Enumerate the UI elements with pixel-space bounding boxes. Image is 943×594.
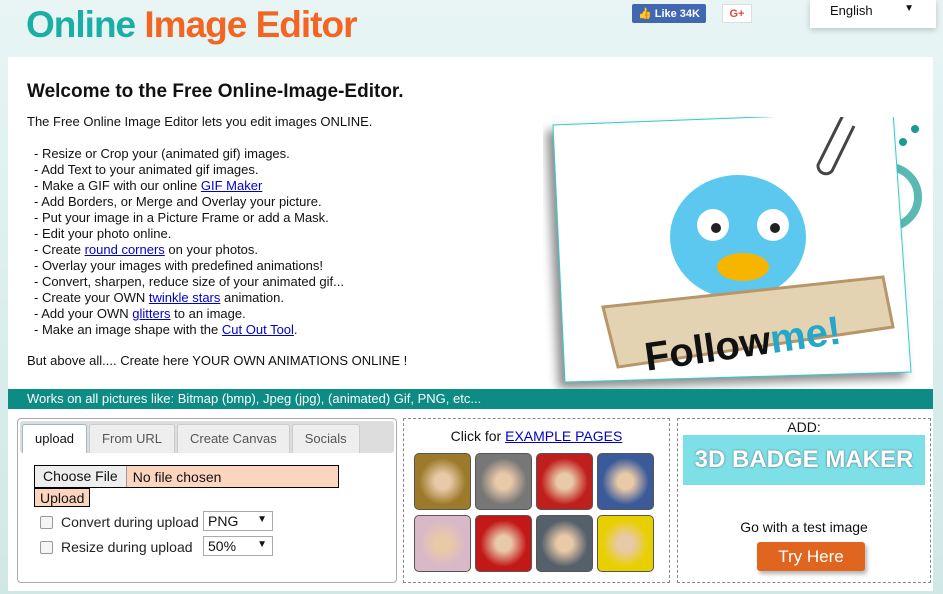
test-image-text: Go with a test image bbox=[740, 519, 868, 535]
feature-link[interactable]: Cut Out Tool bbox=[222, 322, 294, 337]
feature-text: - Put your image in a Picture Frame or a… bbox=[34, 210, 329, 225]
examples-panel: Click for EXAMPLE PAGES bbox=[403, 418, 670, 583]
example-thumbnail[interactable] bbox=[475, 515, 532, 572]
feature-text: to an image. bbox=[170, 306, 246, 321]
feature-text: - Make an image shape with the bbox=[34, 322, 222, 337]
upload-tabs: upload From URL Create Canvas Socials bbox=[20, 421, 394, 453]
badge-maker-ad[interactable]: 3D BADGE MAKER bbox=[683, 435, 925, 485]
convert-checkbox[interactable] bbox=[40, 515, 53, 529]
tab-socials[interactable]: Socials bbox=[291, 424, 360, 453]
try-here-button[interactable]: Try Here bbox=[757, 542, 865, 571]
example-thumbnail[interactable] bbox=[414, 453, 471, 510]
google-plus-button[interactable]: G+ bbox=[722, 4, 752, 23]
feature-text: - Create your OWN bbox=[34, 290, 149, 305]
welcome-panel: Welcome to the Free Online-Image-Editor.… bbox=[8, 57, 933, 389]
example-thumbnail[interactable] bbox=[475, 453, 532, 510]
feature-item: - Put your image in a Picture Frame or a… bbox=[34, 210, 344, 226]
feature-text: - Convert, sharpen, reduce size of your … bbox=[34, 274, 344, 289]
convert-format-select[interactable]: PNG ▼ bbox=[203, 511, 273, 531]
feature-item: - Create round corners on your photos. bbox=[34, 242, 344, 258]
above-all-text: But above all.... Create here YOUR OWN A… bbox=[27, 353, 408, 368]
thumbs-up-icon: 👍 bbox=[638, 8, 652, 20]
example-thumbnail[interactable] bbox=[536, 453, 593, 510]
dropdown-arrow-icon: ▼ bbox=[257, 514, 267, 525]
feature-link[interactable]: twinkle stars bbox=[149, 290, 221, 305]
file-status: No file chosen bbox=[132, 468, 222, 485]
convert-option: Convert during upload bbox=[40, 514, 199, 530]
feature-text: - Add Text to your animated gif images. bbox=[34, 162, 259, 177]
feature-item: - Convert, sharpen, reduce size of your … bbox=[34, 274, 344, 290]
facebook-like-button[interactable]: 👍 Like 34K bbox=[632, 4, 706, 23]
tab-create-canvas[interactable]: Create Canvas bbox=[177, 424, 290, 453]
dropdown-arrow-icon: ▼ bbox=[904, 3, 914, 14]
feature-item: - Add your OWN glitters to an image. bbox=[34, 306, 344, 322]
page-title: Welcome to the Free Online-Image-Editor. bbox=[27, 81, 404, 102]
feature-text: - Create bbox=[34, 242, 85, 257]
feature-text: - Overlay your images with predefined an… bbox=[34, 258, 324, 273]
feature-text: - Add Borders, or Merge and Overlay your… bbox=[34, 194, 322, 209]
example-thumbnail[interactable] bbox=[414, 515, 471, 572]
feature-text: animation. bbox=[220, 290, 284, 305]
example-thumbnails bbox=[414, 453, 654, 572]
feature-item: - Add Borders, or Merge and Overlay your… bbox=[34, 194, 344, 210]
example-pages-link[interactable]: EXAMPLE PAGES bbox=[505, 428, 622, 444]
file-input[interactable]: Choose File No file chosen bbox=[34, 465, 339, 488]
feature-item: - Overlay your images with predefined an… bbox=[34, 258, 344, 274]
supported-formats-banner: Works on all pictures like: Bitmap (bmp)… bbox=[8, 389, 933, 409]
feature-list: - Resize or Crop your (animated gif) ima… bbox=[34, 146, 344, 338]
tab-from-url[interactable]: From URL bbox=[89, 424, 175, 453]
feature-item: - Edit your photo online. bbox=[34, 226, 344, 242]
site-logo[interactable]: Online Image Editor bbox=[26, 4, 358, 46]
choose-file-button[interactable]: Choose File bbox=[35, 466, 127, 487]
dropdown-arrow-icon: ▼ bbox=[257, 539, 267, 550]
feature-text: - Add your OWN bbox=[34, 306, 133, 321]
feature-link[interactable]: GIF Maker bbox=[201, 178, 262, 193]
example-thumbnail[interactable] bbox=[536, 515, 593, 572]
language-select[interactable]: English ▼ bbox=[810, 0, 936, 28]
ad-label: ADD: bbox=[787, 419, 821, 435]
feature-item: - Create your OWN twinkle stars animatio… bbox=[34, 290, 344, 306]
feature-text: - Edit your photo online. bbox=[34, 226, 172, 241]
feature-item: - Resize or Crop your (animated gif) ima… bbox=[34, 146, 344, 162]
feature-text: - Resize or Crop your (animated gif) ima… bbox=[34, 146, 290, 161]
upload-panel: upload From URL Create Canvas Socials Ch… bbox=[17, 418, 397, 583]
example-thumbnail[interactable] bbox=[597, 515, 654, 572]
feature-link[interactable]: round corners bbox=[85, 242, 165, 257]
feature-text: . bbox=[293, 322, 298, 337]
feature-item: - Make a GIF with our online GIF Maker bbox=[34, 178, 344, 194]
tab-upload[interactable]: upload bbox=[22, 424, 88, 453]
upload-button[interactable]: Upload bbox=[34, 488, 91, 507]
resize-option: Resize during upload bbox=[40, 539, 193, 555]
feature-text: on your photos. bbox=[164, 242, 259, 257]
intro-text: The Free Online Image Editor lets you ed… bbox=[27, 114, 373, 129]
feature-item: - Make an image shape with the Cut Out T… bbox=[34, 322, 344, 338]
feature-item: - Add Text to your animated gif images. bbox=[34, 162, 344, 178]
resize-checkbox[interactable] bbox=[40, 540, 53, 554]
feature-link[interactable]: glitters bbox=[132, 306, 170, 321]
feature-text: - Make a GIF with our online bbox=[34, 178, 201, 193]
resize-percent-select[interactable]: 50% ▼ bbox=[203, 536, 273, 556]
example-thumbnail[interactable] bbox=[597, 453, 654, 510]
ad-panel: ADD: 3D BADGE MAKER Go with a test image… bbox=[677, 418, 931, 583]
